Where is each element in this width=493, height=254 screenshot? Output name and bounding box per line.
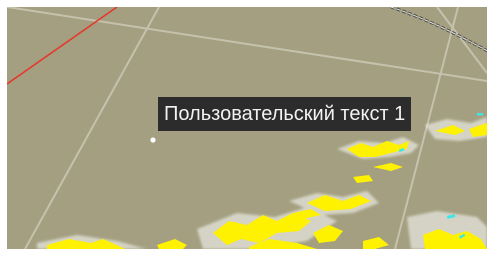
location-marker[interactable] xyxy=(150,137,156,143)
map-frame: Пользовательский текст 1 xyxy=(0,0,493,254)
map-label: Пользовательский текст 1 xyxy=(158,97,412,131)
